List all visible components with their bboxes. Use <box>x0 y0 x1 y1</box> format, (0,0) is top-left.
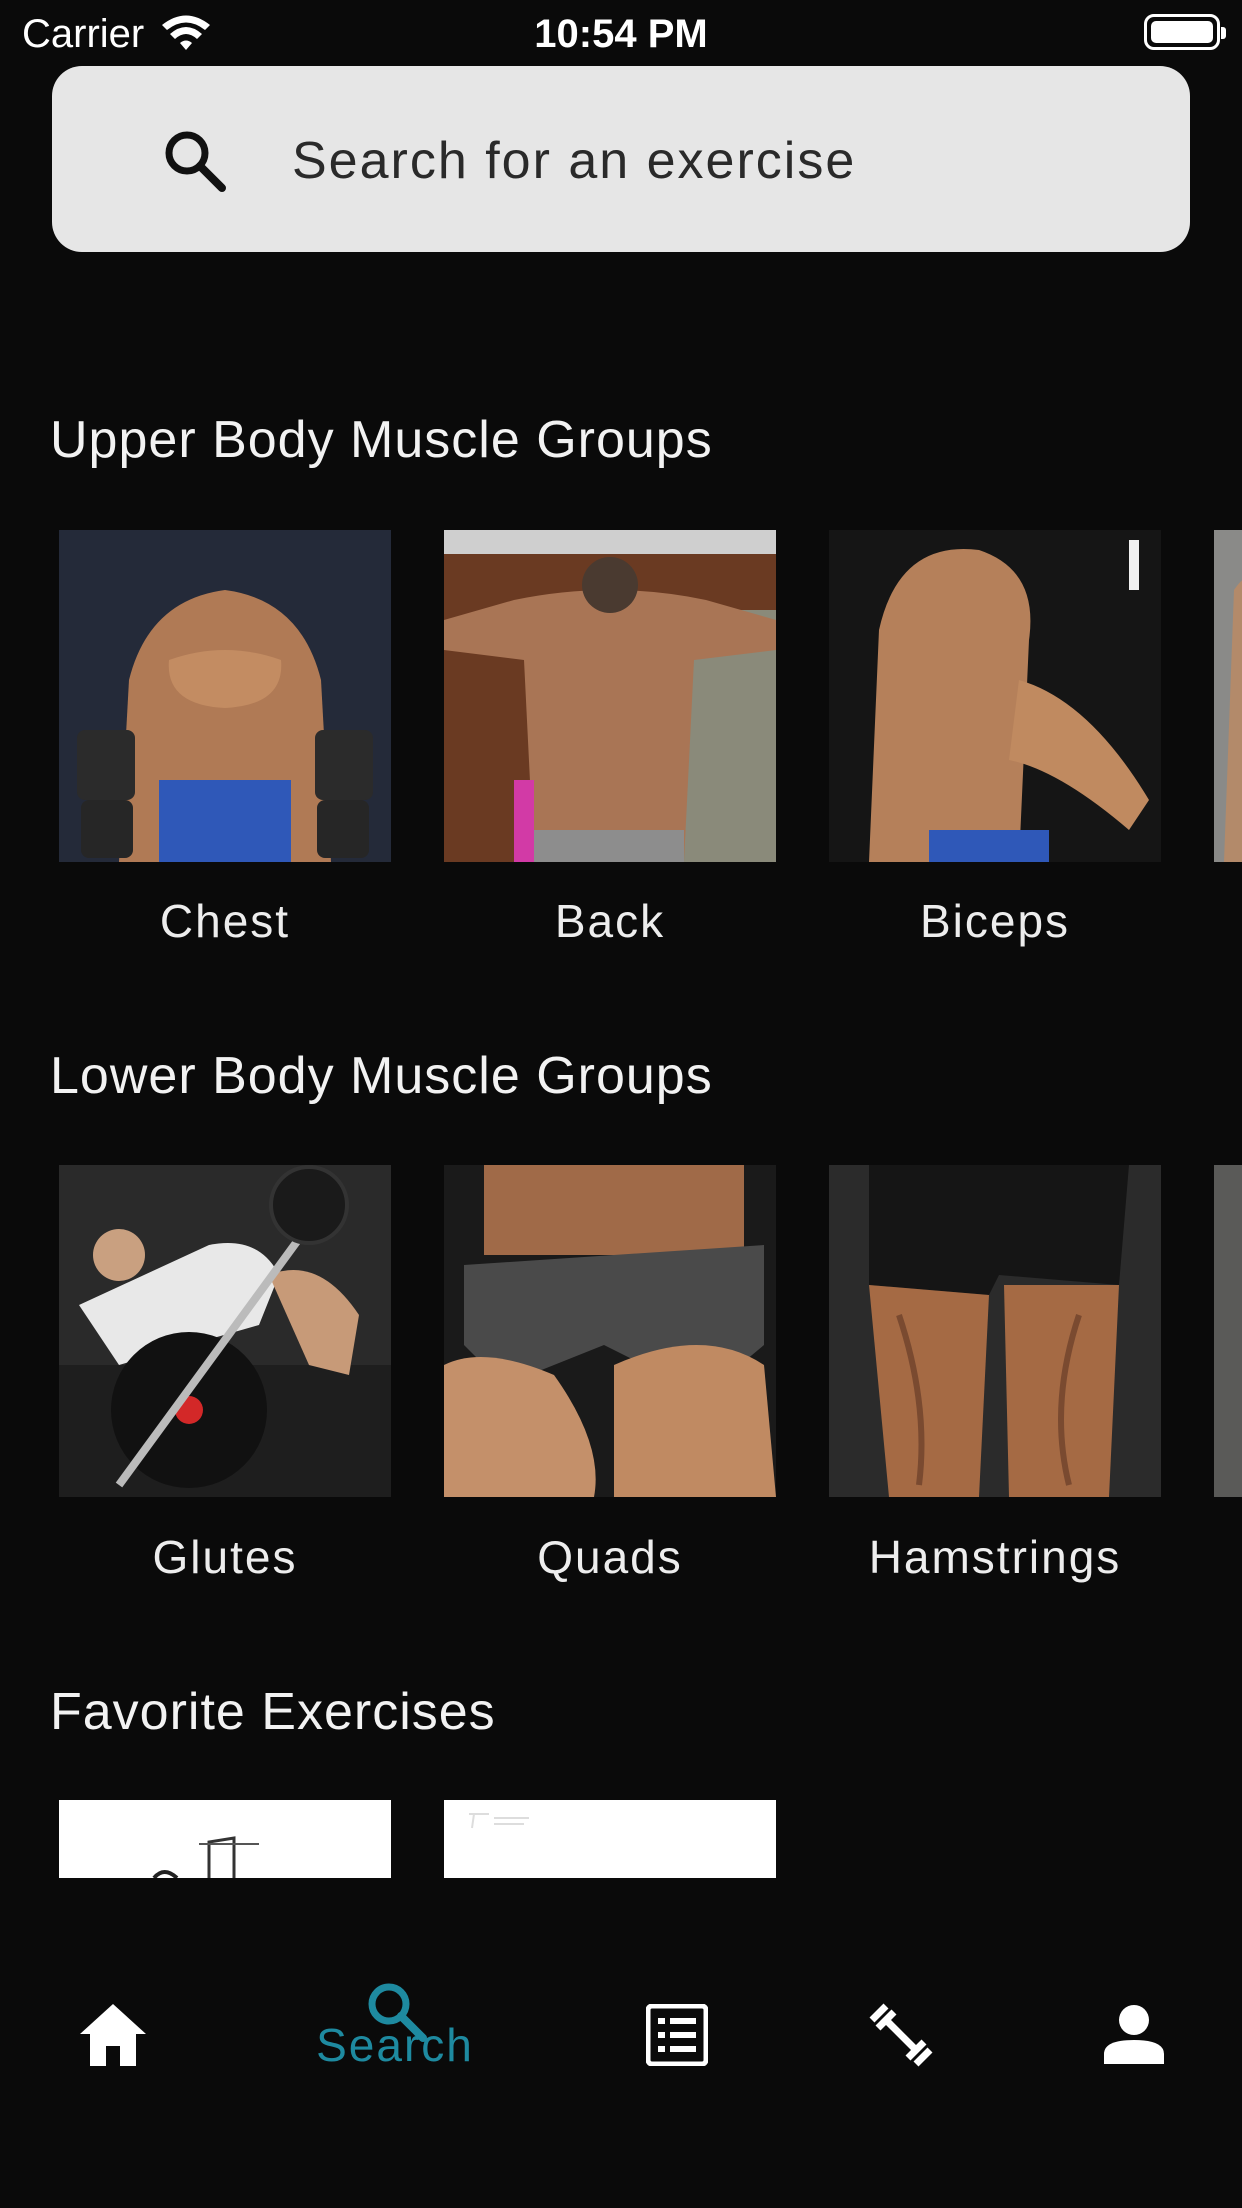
list-icon <box>646 2004 708 2066</box>
hamstrings-image <box>829 1165 1161 1497</box>
section-title-lower-body: Lower Body Muscle Groups <box>50 1047 713 1105</box>
search-bar[interactable] <box>52 66 1190 252</box>
home-icon <box>80 2004 146 2066</box>
search-icon <box>165 131 226 192</box>
section-title-favorites: Favorite Exercises <box>50 1683 496 1741</box>
favorite-exercise-card[interactable] <box>59 1800 391 1878</box>
section-title-upper-body: Upper Body Muscle Groups <box>50 411 713 469</box>
muscle-label-chest[interactable]: Chest <box>59 894 391 948</box>
clock: 10:54 PM <box>534 12 708 56</box>
quads-image <box>444 1165 776 1497</box>
nav-search-label: Search <box>316 2019 474 2071</box>
nav-profile[interactable] <box>1080 1900 1210 2120</box>
app-screen: Carrier 10:54 PM Upper Body Muscle Group… <box>0 0 1242 2208</box>
muscle-label-biceps[interactable]: Biceps <box>829 894 1161 948</box>
muscle-card-partial[interactable] <box>1214 530 1242 862</box>
lower-body-carousel[interactable] <box>59 1165 1242 1497</box>
chest-image <box>59 530 391 862</box>
nav-home[interactable] <box>0 1900 230 2120</box>
back-image <box>444 530 776 862</box>
nav-list[interactable] <box>610 1900 740 2120</box>
person-icon <box>1104 2005 1164 2064</box>
muscle-label-quads[interactable]: Quads <box>444 1530 776 1584</box>
muscle-card-glutes[interactable] <box>59 1165 391 1497</box>
favorite-exercise-card[interactable] <box>444 1800 776 1878</box>
search-input[interactable] <box>292 116 1152 206</box>
dumbbell-icon <box>869 2003 933 2067</box>
biceps-image <box>829 530 1161 862</box>
nav-workouts[interactable] <box>840 1900 970 2120</box>
muscle-label-back[interactable]: Back <box>444 894 776 948</box>
nav-search[interactable]: Search <box>265 1900 525 2120</box>
muscle-card-partial-2[interactable] <box>1214 1165 1242 1497</box>
glutes-image <box>59 1165 391 1497</box>
favorite-exercise-image <box>444 1800 776 1878</box>
muscle-card-quads[interactable] <box>444 1165 776 1497</box>
muscle-card-chest[interactable] <box>59 530 391 862</box>
upper-body-carousel[interactable] <box>59 530 1242 862</box>
partial-image <box>1214 530 1242 862</box>
muscle-label-hamstrings[interactable]: Hamstrings <box>829 1530 1161 1584</box>
muscle-card-back[interactable] <box>444 530 776 862</box>
partial-image-2 <box>1214 1165 1242 1497</box>
bottom-navigation: Search <box>0 1900 1242 2208</box>
muscle-label-glutes[interactable]: Glutes <box>59 1530 391 1584</box>
muscle-card-biceps[interactable] <box>829 530 1161 862</box>
status-bar: Carrier 10:54 PM <box>0 0 1242 66</box>
muscle-card-hamstrings[interactable] <box>829 1165 1161 1497</box>
favorite-exercise-image <box>59 1800 391 1878</box>
battery-icon <box>1144 14 1226 50</box>
favorites-carousel[interactable] <box>59 1800 1242 1878</box>
